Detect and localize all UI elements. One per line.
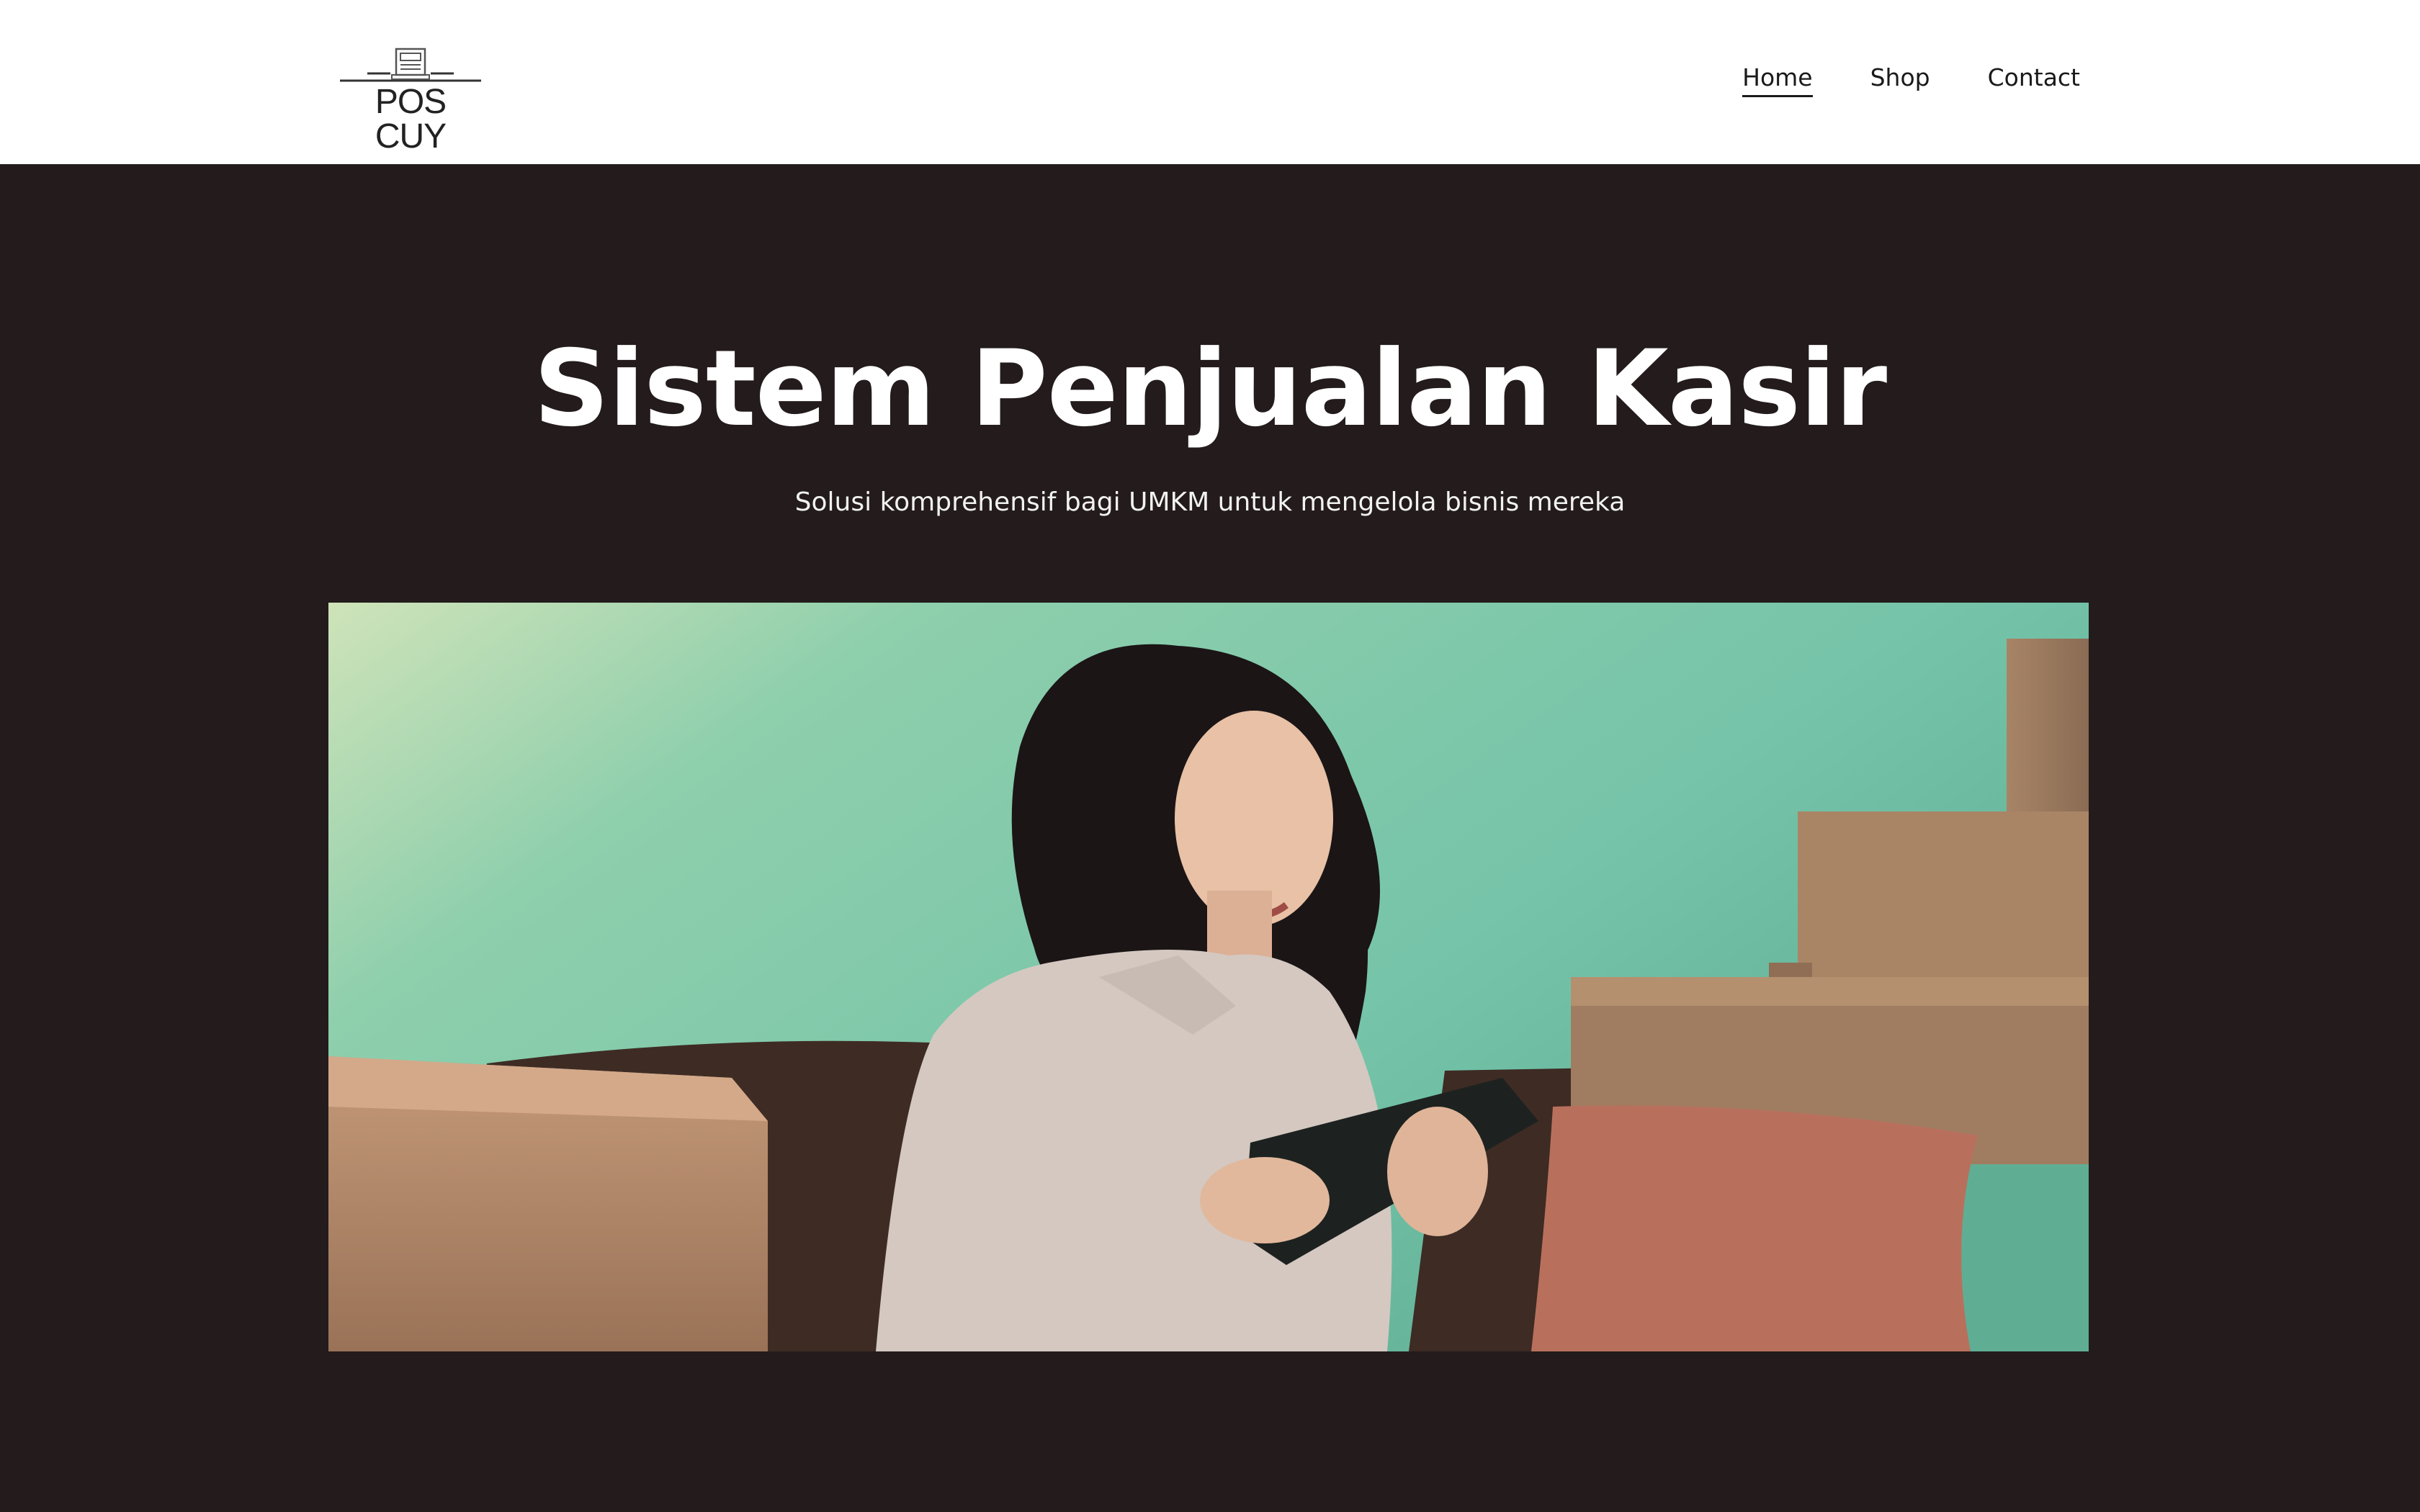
- nav-contact-link[interactable]: Contact: [1988, 64, 2080, 97]
- hero-subtitle: Solusi komprehensif bagi UMKM untuk meng…: [794, 487, 1626, 517]
- main-nav: Home Shop Contact: [1742, 64, 2080, 98]
- nav-shop-link[interactable]: Shop: [1870, 64, 1930, 97]
- cash-register-icon: [340, 48, 481, 82]
- hero-title: Sistem Penjualan Kasir: [533, 328, 1887, 450]
- site-header: POS CUY Home Shop Contact: [0, 0, 2420, 164]
- brand-name: POS CUY: [375, 83, 447, 156]
- brand-logo[interactable]: POS CUY: [339, 45, 483, 154]
- nav-home-link[interactable]: Home: [1742, 64, 1813, 98]
- hero-image: [328, 603, 2089, 1351]
- photo-woman-with-tablet: [328, 603, 2089, 1351]
